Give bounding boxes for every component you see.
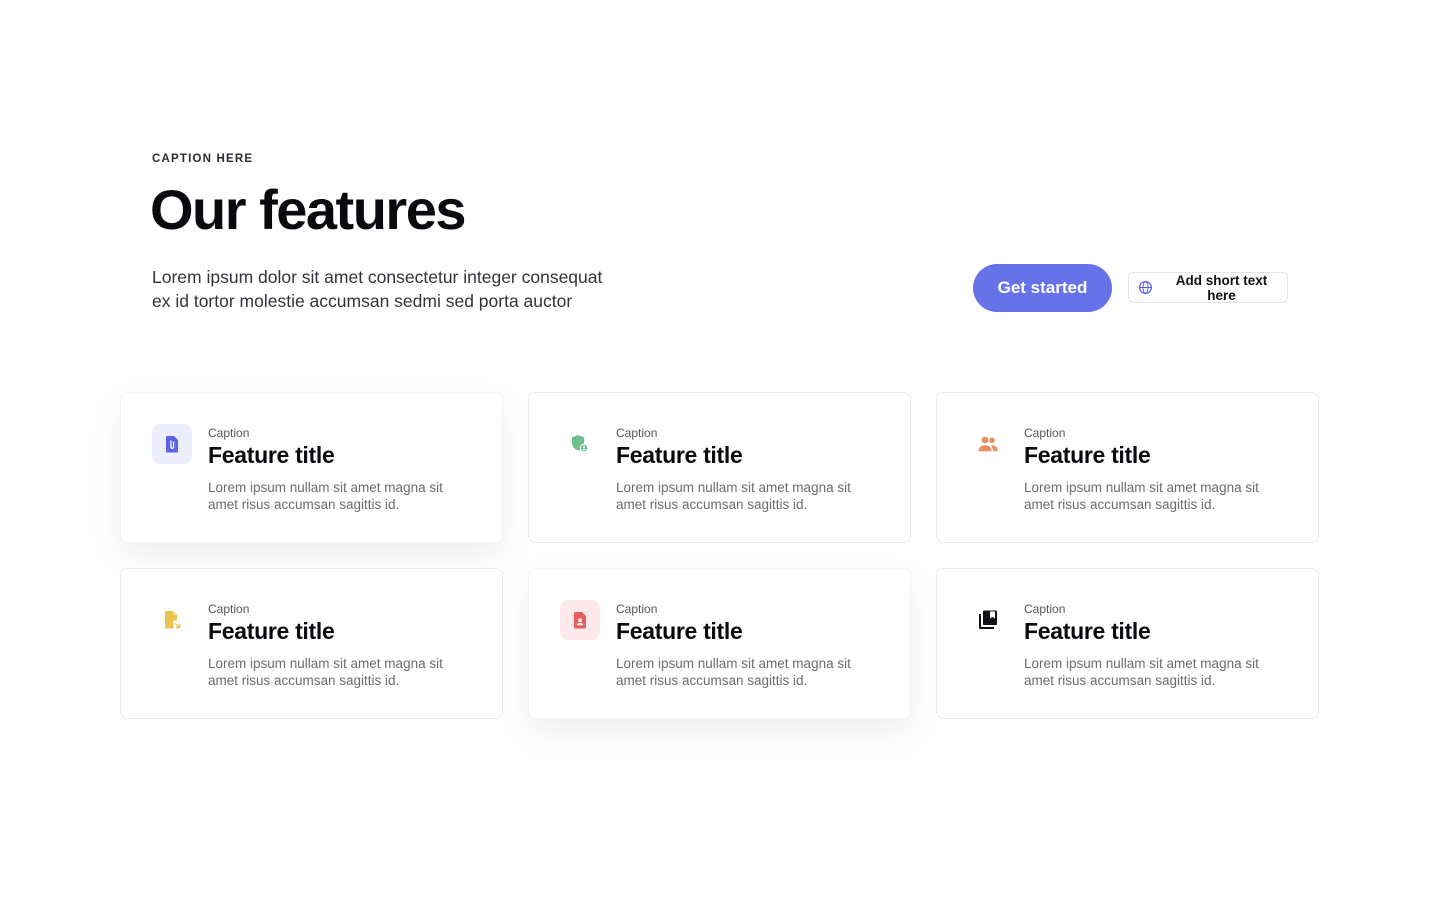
- feature-title: Feature title: [616, 618, 743, 644]
- feature-description: Lorem ipsum nullam sit amet magna sit am…: [208, 656, 468, 689]
- description-line: Lorem ipsum nullam sit amet magna sit: [1024, 656, 1259, 671]
- feature-card: Caption Feature title Lorem ipsum nullam…: [528, 568, 911, 719]
- feature-caption: Caption: [616, 602, 658, 616]
- description-line: Lorem ipsum nullam sit amet magna sit: [616, 480, 851, 495]
- feature-caption: Caption: [208, 426, 250, 440]
- description-line: amet risus accumsan sagittis id.: [208, 672, 400, 688]
- description-line: Lorem ipsum nullam sit amet magna sit: [1024, 480, 1259, 495]
- description-line: Lorem ipsum nullam sit amet magna sit: [208, 480, 443, 495]
- file-attachment-icon: [152, 424, 192, 464]
- feature-card: Caption Feature title Lorem ipsum nullam…: [936, 392, 1319, 543]
- add-short-text-label: Add short text here: [1175, 272, 1268, 303]
- feature-description: Lorem ipsum nullam sit amet magna sit am…: [1024, 656, 1284, 689]
- file-export-icon: [152, 600, 192, 640]
- shield-user-icon: [560, 424, 600, 464]
- feature-card: Caption Feature title Lorem ipsum nullam…: [528, 392, 911, 543]
- description-line: Lorem ipsum nullam sit amet magna sit: [616, 656, 851, 671]
- feature-title: Feature title: [208, 442, 335, 468]
- feature-description: Lorem ipsum nullam sit amet magna sit am…: [208, 480, 468, 513]
- description-line: amet risus accumsan sagittis id.: [616, 672, 808, 688]
- intro-line: Lorem ipsum dolor sit amet consectetur i…: [152, 267, 603, 287]
- library-bookmark-icon: [968, 600, 1008, 640]
- feature-caption: Caption: [616, 426, 658, 440]
- description-line: amet risus accumsan sagittis id.: [1024, 672, 1216, 688]
- feature-card: Caption Feature title Lorem ipsum nullam…: [120, 568, 503, 719]
- feature-title: Feature title: [208, 618, 335, 644]
- get-started-button[interactable]: Get started: [973, 264, 1112, 312]
- feature-caption: Caption: [208, 602, 250, 616]
- intro-line: ex id tortor molestie accumsan sedmi sed…: [152, 291, 573, 311]
- document-person-icon: [560, 600, 600, 640]
- description-line: amet risus accumsan sagittis id.: [208, 496, 400, 512]
- feature-description: Lorem ipsum nullam sit amet magna sit am…: [616, 656, 876, 689]
- feature-caption: Caption: [1024, 426, 1066, 440]
- intro-text: Lorem ipsum dolor sit amet consectetur i…: [152, 265, 622, 313]
- people-icon: [968, 424, 1008, 464]
- feature-card: Caption Feature title Lorem ipsum nullam…: [120, 392, 503, 543]
- globe-icon: [1138, 280, 1153, 295]
- feature-description: Lorem ipsum nullam sit amet magna sit am…: [616, 480, 876, 513]
- feature-card: Caption Feature title Lorem ipsum nullam…: [936, 568, 1319, 719]
- feature-title: Feature title: [616, 442, 743, 468]
- add-short-text-button[interactable]: Add short text here: [1128, 272, 1288, 303]
- feature-caption: Caption: [1024, 602, 1066, 616]
- description-line: amet risus accumsan sagittis id.: [1024, 496, 1216, 512]
- section-caption: CAPTION HERE: [152, 153, 254, 165]
- description-line: amet risus accumsan sagittis id.: [616, 496, 808, 512]
- page-title: Our features: [150, 178, 467, 241]
- feature-title: Feature title: [1024, 618, 1151, 644]
- description-line: Lorem ipsum nullam sit amet magna sit: [208, 656, 443, 671]
- feature-description: Lorem ipsum nullam sit amet magna sit am…: [1024, 480, 1284, 513]
- feature-title: Feature title: [1024, 442, 1151, 468]
